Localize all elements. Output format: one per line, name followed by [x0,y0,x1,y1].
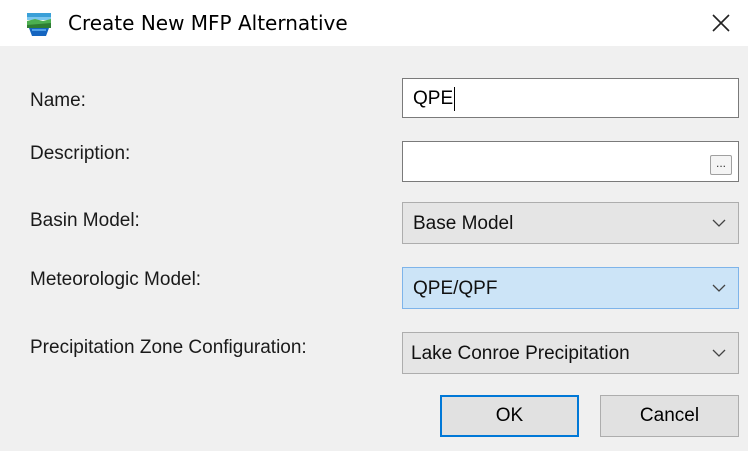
precipitation-zone-value: Lake Conroe Precipitation [411,343,630,364]
chevron-down-icon [712,349,726,357]
close-icon [712,14,730,32]
meteorologic-model-select[interactable]: QPE/QPF [402,267,739,309]
meteorologic-model-label: Meteorologic Model: [30,269,202,290]
hec-hms-landscape-icon [26,11,52,37]
precipitation-zone-select[interactable]: Lake Conroe Precipitation [402,332,739,374]
description-field[interactable]: ... [402,141,739,182]
title-bar: Create New MFP Alternative [0,0,748,46]
description-browse-button[interactable]: ... [710,155,732,175]
create-mfp-alternative-dialog: Create New MFP Alternative Name: QPE Des… [0,0,748,451]
cancel-button[interactable]: Cancel [600,395,739,437]
dialog-body: Name: QPE Description: ... Basin Model: … [0,46,748,451]
ok-button[interactable]: OK [440,395,579,437]
description-label: Description: [30,143,131,164]
text-cursor [454,87,455,111]
precipitation-zone-label: Precipitation Zone Configuration: [30,337,307,358]
name-field[interactable]: QPE [402,78,739,118]
name-value: QPE [413,88,454,109]
close-button[interactable] [700,6,742,40]
basin-model-value: Base Model [413,213,514,234]
meteorologic-model-value: QPE/QPF [413,278,498,299]
chevron-down-icon [712,284,726,292]
window-title: Create New MFP Alternative [68,11,348,35]
chevron-down-icon [712,219,726,227]
name-label: Name: [30,90,86,111]
basin-model-select[interactable]: Base Model [402,202,739,244]
basin-model-label: Basin Model: [30,210,140,231]
